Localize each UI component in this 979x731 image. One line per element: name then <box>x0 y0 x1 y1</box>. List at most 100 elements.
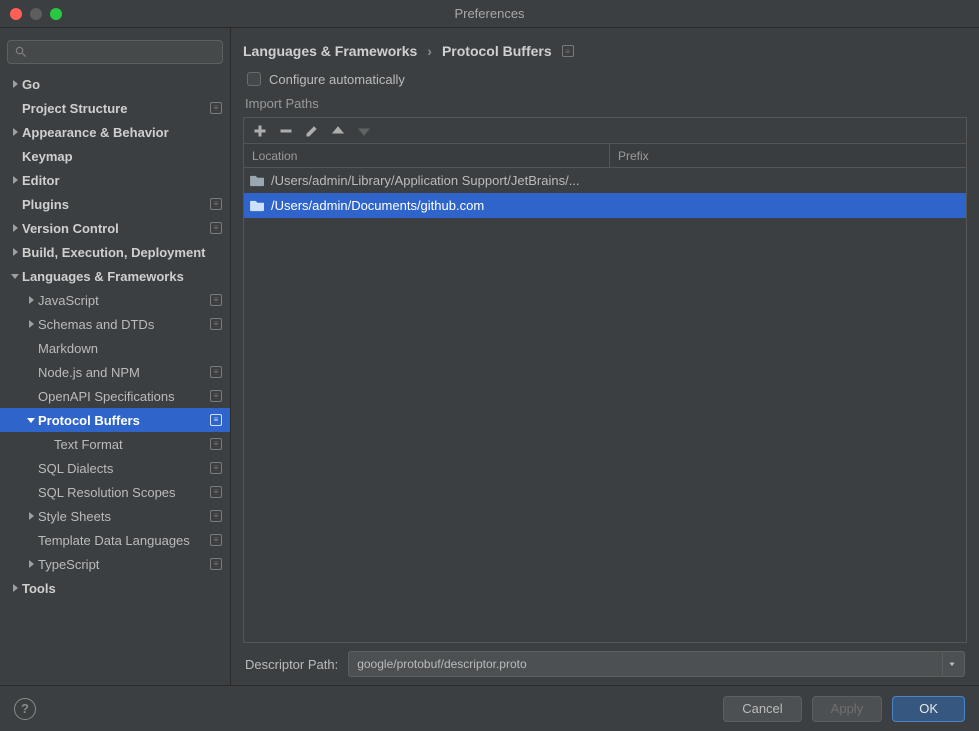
sidebar-item-typescript[interactable]: TypeScript <box>0 552 230 576</box>
move-down-button <box>358 125 370 137</box>
expand-arrow-icon[interactable] <box>8 216 22 240</box>
move-up-button[interactable] <box>332 125 344 137</box>
sidebar-item-label: Template Data Languages <box>38 533 210 548</box>
configure-automatically-label: Configure automatically <box>269 72 405 87</box>
project-scope-icon <box>210 318 222 330</box>
sidebar-item-javascript[interactable]: JavaScript <box>0 288 230 312</box>
expand-arrow-icon[interactable] <box>8 576 22 600</box>
expand-arrow-icon <box>24 336 38 360</box>
import-paths-panel: Location Prefix /Users/admin/Library/App… <box>243 117 967 643</box>
expand-arrow-icon[interactable] <box>24 312 38 336</box>
column-prefix[interactable]: Prefix <box>610 144 966 167</box>
sidebar-item-sql-dialects[interactable]: SQL Dialects <box>0 456 230 480</box>
sidebar-item-style-sheets[interactable]: Style Sheets <box>0 504 230 528</box>
minimize-window-button[interactable] <box>30 8 42 20</box>
expand-arrow-icon[interactable] <box>8 264 22 288</box>
sidebar-item-plugins[interactable]: Plugins <box>0 192 230 216</box>
import-path-row[interactable]: /Users/admin/Library/Application Support… <box>244 168 966 193</box>
sidebar-item-appearance-behavior[interactable]: Appearance & Behavior <box>0 120 230 144</box>
expand-arrow-icon[interactable] <box>8 240 22 264</box>
dialog-footer: ? Cancel Apply OK <box>0 685 979 731</box>
window-controls <box>0 8 62 20</box>
sidebar-item-build-execution-deployment[interactable]: Build, Execution, Deployment <box>0 240 230 264</box>
project-scope-icon <box>210 102 222 114</box>
import-paths-toolbar <box>244 118 966 144</box>
ok-button[interactable]: OK <box>892 696 965 722</box>
import-paths-label: Import Paths <box>243 94 967 117</box>
chevron-down-icon[interactable] <box>942 653 960 675</box>
window-title: Preferences <box>0 6 979 21</box>
expand-arrow-icon <box>24 456 38 480</box>
add-button[interactable] <box>254 125 266 137</box>
sidebar-item-go[interactable]: Go <box>0 72 230 96</box>
project-scope-icon <box>210 510 222 522</box>
expand-arrow-icon[interactable] <box>8 120 22 144</box>
column-location[interactable]: Location <box>244 144 610 167</box>
project-scope-icon <box>210 486 222 498</box>
descriptor-path-label: Descriptor Path: <box>245 657 338 672</box>
cancel-button[interactable]: Cancel <box>723 696 801 722</box>
expand-arrow-icon[interactable] <box>24 552 38 576</box>
expand-arrow-icon[interactable] <box>8 72 22 96</box>
expand-arrow-icon[interactable] <box>24 288 38 312</box>
expand-arrow-icon <box>40 432 54 456</box>
expand-arrow-icon[interactable] <box>24 504 38 528</box>
project-scope-icon <box>210 366 222 378</box>
project-scope-icon <box>210 390 222 402</box>
sidebar-item-label: Schemas and DTDs <box>38 317 210 332</box>
folder-icon <box>250 199 265 212</box>
help-button[interactable]: ? <box>14 698 36 720</box>
sidebar-item-label: Editor <box>22 173 222 188</box>
sidebar-item-schemas-and-dtds[interactable]: Schemas and DTDs <box>0 312 230 336</box>
sidebar-item-template-data-languages[interactable]: Template Data Languages <box>0 528 230 552</box>
import-paths-header: Location Prefix <box>244 144 966 168</box>
sidebar-item-label: Keymap <box>22 149 222 164</box>
project-scope-icon <box>210 462 222 474</box>
sidebar-item-version-control[interactable]: Version Control <box>0 216 230 240</box>
expand-arrow-icon <box>24 384 38 408</box>
sidebar-item-protocol-buffers[interactable]: Protocol Buffers <box>0 408 230 432</box>
sidebar-item-node-js-and-npm[interactable]: Node.js and NPM <box>0 360 230 384</box>
project-scope-icon <box>210 198 222 210</box>
sidebar-item-openapi-specifications[interactable]: OpenAPI Specifications <box>0 384 230 408</box>
content-area: GoProject Structure Appearance & Behavior… <box>0 28 979 685</box>
sidebar-item-languages-frameworks[interactable]: Languages & Frameworks <box>0 264 230 288</box>
expand-arrow-icon[interactable] <box>8 168 22 192</box>
descriptor-path-dropdown[interactable]: google/protobuf/descriptor.proto <box>348 651 965 677</box>
expand-arrow-icon <box>24 480 38 504</box>
configure-automatically-checkbox[interactable] <box>247 72 261 86</box>
close-window-button[interactable] <box>10 8 22 20</box>
sidebar-item-editor[interactable]: Editor <box>0 168 230 192</box>
sidebar-item-label: SQL Dialects <box>38 461 210 476</box>
project-scope-icon <box>210 558 222 570</box>
sidebar-item-label: JavaScript <box>38 293 210 308</box>
chevron-right-icon: › <box>427 43 432 59</box>
expand-arrow-icon[interactable] <box>24 408 38 432</box>
project-scope-icon <box>210 294 222 306</box>
breadcrumb-parent[interactable]: Languages & Frameworks <box>243 43 417 59</box>
sidebar-item-markdown[interactable]: Markdown <box>0 336 230 360</box>
edit-button[interactable] <box>306 125 318 137</box>
sidebar-item-tools[interactable]: Tools <box>0 576 230 600</box>
remove-button[interactable] <box>280 125 292 137</box>
expand-arrow-icon <box>24 528 38 552</box>
sidebar-item-label: Plugins <box>22 197 210 212</box>
sidebar: GoProject Structure Appearance & Behavior… <box>0 28 231 685</box>
settings-tree[interactable]: GoProject Structure Appearance & Behavior… <box>0 72 230 685</box>
import-path-row[interactable]: /Users/admin/Documents/github.com <box>244 193 966 218</box>
import-paths-body[interactable]: /Users/admin/Library/Application Support… <box>244 168 966 642</box>
expand-arrow-icon <box>8 96 22 120</box>
project-scope-icon <box>210 438 222 450</box>
sidebar-item-label: SQL Resolution Scopes <box>38 485 210 500</box>
sidebar-item-text-format[interactable]: Text Format <box>0 432 230 456</box>
sidebar-item-keymap[interactable]: Keymap <box>0 144 230 168</box>
sidebar-item-project-structure[interactable]: Project Structure <box>0 96 230 120</box>
search-icon <box>14 45 28 59</box>
sidebar-item-label: Node.js and NPM <box>38 365 210 380</box>
maximize-window-button[interactable] <box>50 8 62 20</box>
sidebar-item-sql-resolution-scopes[interactable]: SQL Resolution Scopes <box>0 480 230 504</box>
breadcrumb-current: Protocol Buffers <box>442 43 552 59</box>
expand-arrow-icon <box>24 360 38 384</box>
sidebar-item-label: Appearance & Behavior <box>22 125 222 140</box>
search-input[interactable] <box>7 40 223 64</box>
